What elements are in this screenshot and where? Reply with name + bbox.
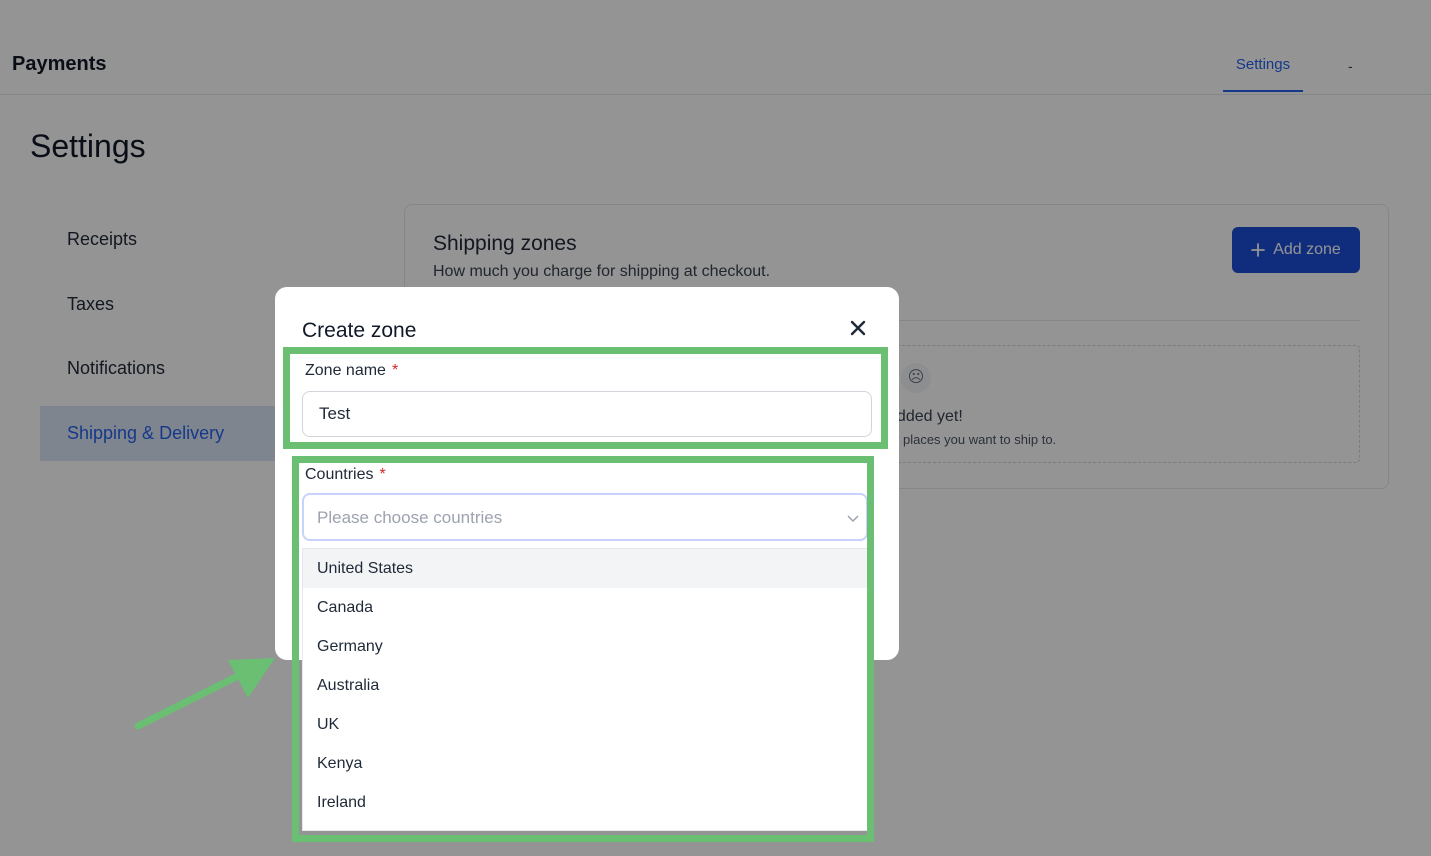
highlight-zone-name (283, 347, 888, 449)
highlight-countries (292, 456, 874, 842)
modal-title: Create zone (302, 319, 417, 342)
close-icon[interactable] (847, 317, 869, 339)
annotation-arrow-icon (134, 658, 275, 730)
